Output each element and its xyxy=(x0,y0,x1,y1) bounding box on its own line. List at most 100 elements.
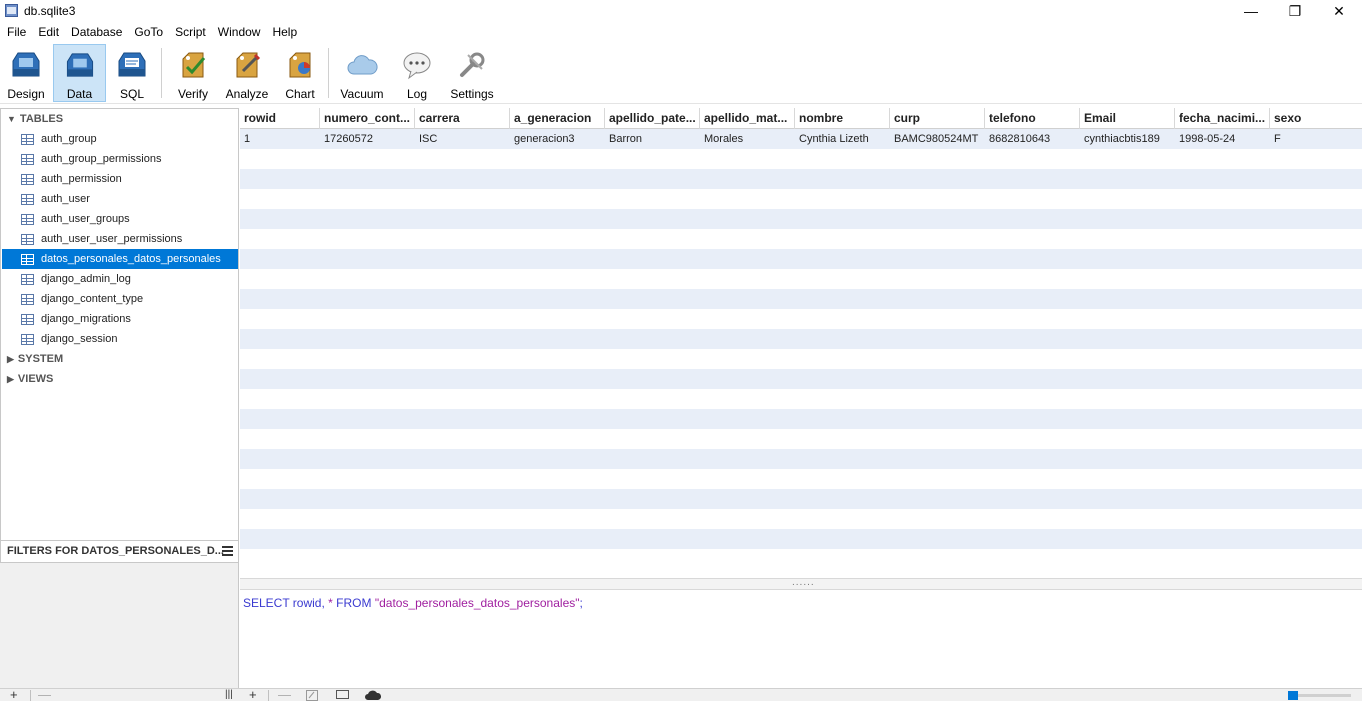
column-header[interactable]: rowid xyxy=(240,108,320,129)
collapse-triangle-icon: ▼ xyxy=(7,114,16,124)
maximize-icon: ❐ xyxy=(1288,2,1302,19)
separator xyxy=(268,690,269,701)
zoom-slider-track[interactable] xyxy=(1289,694,1351,697)
sql-editor[interactable]: SELECT rowid, * FROM "datos_personales_d… xyxy=(240,590,1362,688)
comment-icon[interactable] xyxy=(336,690,349,701)
views-group-header[interactable]: ▶ VIEWS xyxy=(7,369,53,389)
tree-table-label: auth_user_groups xyxy=(41,213,130,225)
column-header[interactable]: apellido_pate... xyxy=(605,108,700,129)
zoom-slider-knob[interactable] xyxy=(1288,691,1298,700)
table-cell[interactable]: 17260572 xyxy=(320,129,415,149)
toolbar-separator xyxy=(328,48,329,98)
menu-edit[interactable]: Edit xyxy=(32,22,65,42)
table-cell[interactable]: ISC xyxy=(415,129,510,149)
table-cell[interactable]: Cynthia Lizeth xyxy=(795,129,890,149)
column-header[interactable]: curp xyxy=(890,108,985,129)
column-header[interactable]: numero_cont... xyxy=(320,108,415,129)
grip-dots-icon: ...... xyxy=(792,577,815,588)
add-row-button[interactable]: + xyxy=(249,688,257,701)
menu-help[interactable]: Help xyxy=(266,22,303,42)
tree-table-label: auth_group xyxy=(41,133,97,145)
design-button[interactable]: Design xyxy=(2,44,50,102)
upload-cloud-icon[interactable] xyxy=(365,689,381,701)
menu-window[interactable]: Window xyxy=(212,22,267,42)
table-cell[interactable]: cynthiacbtis189 xyxy=(1080,129,1175,149)
close-button[interactable]: ✕ xyxy=(1316,0,1362,22)
tree-table-item[interactable]: auth_group_permissions xyxy=(2,149,238,169)
system-group-header[interactable]: ▶ SYSTEM xyxy=(7,349,63,369)
maximize-button[interactable]: ❐ xyxy=(1272,0,1318,22)
table-icon xyxy=(21,193,34,205)
log-speech-icon xyxy=(403,52,431,80)
column-header[interactable]: nombre xyxy=(795,108,890,129)
table-cell[interactable]: 1 xyxy=(240,129,320,149)
tree-table-item[interactable]: auth_user_groups xyxy=(2,209,238,229)
add-filter-button[interactable]: + xyxy=(10,688,18,701)
table-cell[interactable]: Morales xyxy=(700,129,795,149)
table-icon xyxy=(21,253,34,265)
empty-grid-row xyxy=(240,549,1362,569)
column-header[interactable]: sexo xyxy=(1270,108,1362,129)
hamburger-menu-icon[interactable] xyxy=(222,546,233,556)
tree-table-item[interactable]: django_admin_log xyxy=(2,269,238,289)
close-icon: ✕ xyxy=(1333,2,1345,19)
tree-table-item[interactable]: auth_user xyxy=(2,189,238,209)
column-header[interactable]: Email xyxy=(1080,108,1175,129)
column-header[interactable]: carrera xyxy=(415,108,510,129)
verify-label: Verify xyxy=(177,87,208,101)
tree-table-item[interactable]: django_content_type xyxy=(2,289,238,309)
column-header[interactable]: fecha_nacimi... xyxy=(1175,108,1270,129)
remove-filter-button[interactable]: — xyxy=(38,688,51,701)
empty-grid-row xyxy=(240,489,1362,509)
empty-grid-row xyxy=(240,289,1362,309)
menu-database[interactable]: Database xyxy=(65,22,128,42)
design-icon xyxy=(12,52,40,77)
menu-goto[interactable]: GoTo xyxy=(128,22,169,42)
table-cell[interactable]: Barron xyxy=(605,129,700,149)
table-cell[interactable]: BAMC980524MT xyxy=(890,129,985,149)
tree-table-item[interactable]: auth_group xyxy=(2,129,238,149)
minimize-button[interactable]: — xyxy=(1228,0,1274,22)
tables-group-header[interactable]: ▼ TABLES xyxy=(7,109,63,129)
tree-table-item-selected[interactable]: datos_personales_datos_personales xyxy=(2,249,238,269)
analyze-button[interactable]: Analyze xyxy=(222,44,272,102)
table-icon xyxy=(21,333,34,345)
column-header[interactable]: apellido_mat... xyxy=(700,108,795,129)
table-icon xyxy=(21,153,34,165)
empty-grid-row xyxy=(240,269,1362,289)
log-label: Log xyxy=(406,87,428,101)
vacuum-label: Vacuum xyxy=(340,87,384,101)
table-cell[interactable]: generacion3 xyxy=(510,129,605,149)
log-button[interactable]: Log xyxy=(395,44,439,102)
chart-button[interactable]: Chart xyxy=(278,44,322,102)
sqlite-app-icon xyxy=(5,4,18,17)
bottom-bar: + — ||| + — xyxy=(0,688,1362,701)
tree-table-item[interactable]: django_session xyxy=(2,329,238,349)
table-icon xyxy=(21,233,34,245)
column-header[interactable]: telefono xyxy=(985,108,1080,129)
tree-table-label: django_admin_log xyxy=(41,273,131,285)
tree-table-item[interactable]: auth_user_user_permissions xyxy=(2,229,238,249)
table-cell[interactable]: 1998-05-24 xyxy=(1175,129,1270,149)
table-cell[interactable]: F xyxy=(1270,129,1362,149)
data-button[interactable]: Data xyxy=(53,44,106,102)
vacuum-button[interactable]: Vacuum xyxy=(336,44,388,102)
empty-grid-row xyxy=(240,329,1362,349)
tree-table-label: auth_group_permissions xyxy=(41,153,162,165)
filters-area[interactable] xyxy=(0,563,239,688)
settings-button[interactable]: Settings xyxy=(447,44,497,102)
sql-button[interactable]: SQL xyxy=(109,44,155,102)
tree-table-item[interactable]: django_migrations xyxy=(2,309,238,329)
edit-pencil-icon[interactable] xyxy=(306,690,318,701)
table-cell[interactable]: 8682810643 xyxy=(985,129,1080,149)
editor-splitter-handle[interactable]: ...... xyxy=(240,578,1362,590)
menu-script[interactable]: Script xyxy=(169,22,212,42)
column-header[interactable]: a_generacion xyxy=(510,108,605,129)
menu-file[interactable]: File xyxy=(1,22,32,42)
vacuum-cloud-icon xyxy=(347,55,378,75)
table-row[interactable]: 1 17260572 ISC generacion3 Barron Morale… xyxy=(240,129,1362,149)
delete-row-button[interactable]: — xyxy=(278,688,291,701)
verify-button[interactable]: Verify xyxy=(170,44,216,102)
tree-table-item[interactable]: auth_permission xyxy=(2,169,238,189)
design-label: Design xyxy=(7,87,45,101)
